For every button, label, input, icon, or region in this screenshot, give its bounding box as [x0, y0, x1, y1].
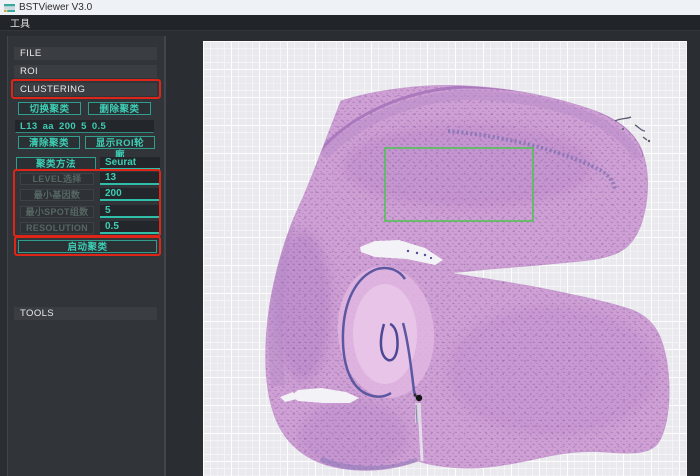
cluster-id-field[interactable]: L13 aa 200 5 0.5 — [15, 120, 154, 133]
app-window: BSTViewer V3.0 工具 FILE ROI CLUSTERING 切换… — [0, 0, 700, 476]
window-title: BSTViewer V3.0 — [19, 2, 92, 13]
slide-viewer[interactable] — [203, 41, 687, 476]
min-spot-group-label: 最小SPOT组数 — [20, 206, 94, 218]
min-gene-count-value[interactable]: 200 — [100, 188, 159, 201]
tissue-detail — [203, 41, 687, 476]
sidebar-section-tools[interactable]: TOOLS — [14, 307, 157, 320]
run-clustering-button[interactable]: 启动聚类 — [18, 240, 157, 253]
tissue-canvas — [203, 41, 687, 476]
resolution-value[interactable]: 0.5 — [100, 221, 159, 234]
min-gene-count-label: 最小基因数 — [20, 189, 94, 201]
sidebar-panel: FILE ROI CLUSTERING 切换聚类 删除聚类 L13 aa 200… — [7, 36, 166, 476]
show-roi-outline-button[interactable]: 显示ROI轮廓 — [85, 136, 155, 149]
menubar: 工具 — [0, 15, 700, 31]
level-select-label: LEVEL选择 — [20, 173, 94, 185]
delete-cluster-button[interactable]: 删除聚类 — [88, 102, 151, 115]
sidebar-section-roi[interactable]: ROI — [14, 65, 157, 78]
cluster-method-value[interactable]: Seurat — [100, 157, 160, 170]
clear-cluster-button[interactable]: 清除聚类 — [18, 136, 80, 149]
sidebar-section-file[interactable]: FILE — [14, 47, 157, 60]
switch-cluster-button[interactable]: 切换聚类 — [18, 102, 81, 115]
level-select-value[interactable]: 13 — [100, 172, 159, 185]
min-spot-group-value[interactable]: 5 — [100, 205, 159, 218]
cluster-method-button[interactable]: 聚类方法 — [16, 157, 96, 170]
menu-tools[interactable]: 工具 — [0, 15, 40, 30]
titlebar: BSTViewer V3.0 — [0, 0, 700, 15]
sidebar-section-clustering[interactable]: CLUSTERING — [14, 83, 157, 96]
app-icon — [4, 3, 15, 13]
resolution-label: RESOLUTION — [20, 222, 94, 234]
